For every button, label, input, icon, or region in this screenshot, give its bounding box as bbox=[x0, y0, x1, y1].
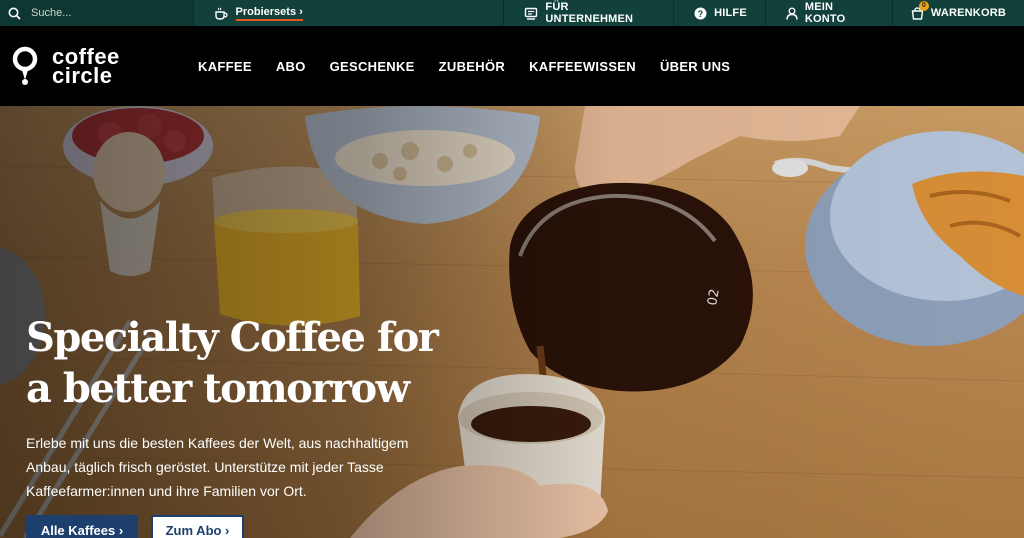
business-icon bbox=[524, 7, 538, 20]
account-label[interactable]: MEIN KONTO bbox=[805, 1, 874, 25]
nav-item-geschenke[interactable]: GESCHENKE bbox=[318, 59, 427, 74]
business-link[interactable]: FÜR UNTERNEHMEN bbox=[504, 0, 675, 26]
account-link[interactable]: MEIN KONTO bbox=[766, 0, 893, 26]
help-icon: ? bbox=[694, 7, 707, 20]
top-utility-bar: Probiersets › FÜR UNTERNEHMEN ? HILFE ME… bbox=[0, 0, 1024, 26]
hero-subline: Erlebe mit uns die besten Kaffees der We… bbox=[26, 435, 409, 499]
business-label[interactable]: FÜR UNTERNEHMEN bbox=[545, 1, 655, 25]
main-navigation: coffee circle KAFFEE ABO GESCHENKE ZUBEH… bbox=[0, 26, 1024, 106]
svg-text:?: ? bbox=[698, 9, 704, 19]
probiersets-label[interactable]: Probiersets › bbox=[235, 6, 303, 21]
logo-wordmark: coffee circle bbox=[52, 46, 120, 88]
cup-icon bbox=[214, 7, 228, 20]
probiersets-link[interactable]: Probiersets › bbox=[194, 0, 505, 26]
help-label[interactable]: HILFE bbox=[714, 7, 747, 19]
cart-icon: 0 bbox=[911, 0, 929, 20]
cart-count-badge: 0 bbox=[918, 0, 929, 11]
nav-item-zubehoer[interactable]: ZUBEHÖR bbox=[427, 59, 517, 74]
search-box[interactable] bbox=[0, 0, 194, 26]
nav-item-ueber-uns[interactable]: ÜBER UNS bbox=[648, 59, 742, 74]
logo-drop-icon bbox=[12, 46, 38, 86]
hero-banner: 02 Specialty Coffee for a better tomorro… bbox=[0, 106, 1024, 538]
nav-item-abo[interactable]: ABO bbox=[264, 59, 318, 74]
nav-item-kaffee[interactable]: KAFFEE bbox=[186, 59, 264, 74]
nav-item-kaffeewissen[interactable]: KAFFEEWISSEN bbox=[517, 59, 648, 74]
user-icon bbox=[786, 7, 798, 20]
all-coffees-button[interactable]: Alle Kaffees › bbox=[26, 515, 138, 538]
nav-menu: KAFFEE ABO GESCHENKE ZUBEHÖR KAFFEEWISSE… bbox=[186, 59, 742, 74]
hero-headline: Specialty Coffee for a better tomorrow bbox=[26, 314, 439, 412]
search-input[interactable] bbox=[31, 7, 191, 19]
cart-label[interactable]: WARENKORB bbox=[931, 7, 1006, 19]
cart-link[interactable]: 0 WARENKORB bbox=[893, 0, 1024, 26]
logo-line-2: circle bbox=[52, 63, 113, 88]
help-link[interactable]: ? HILFE bbox=[674, 0, 766, 26]
coffee-circle-logo[interactable]: coffee circle bbox=[12, 41, 174, 91]
subscription-button[interactable]: Zum Abo › bbox=[151, 515, 244, 538]
search-icon[interactable] bbox=[8, 7, 21, 20]
